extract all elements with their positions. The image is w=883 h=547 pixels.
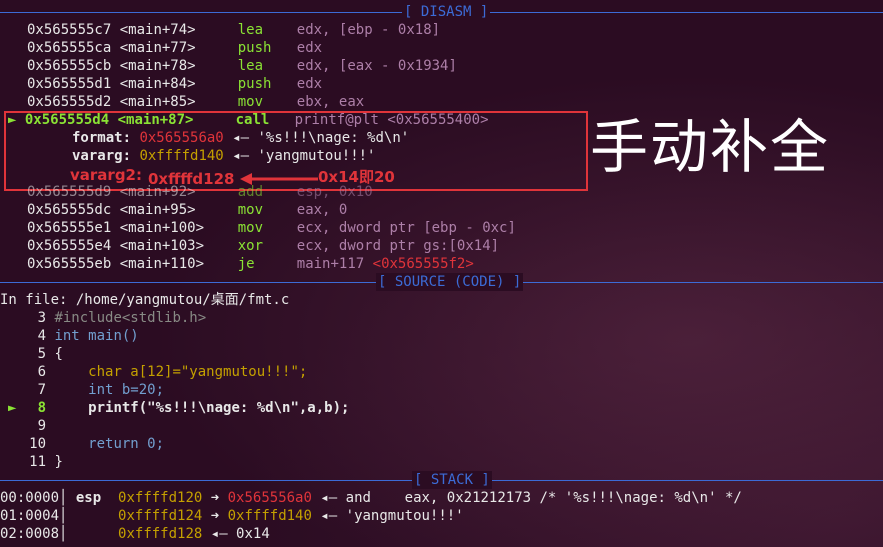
source-line[interactable]: 3 #include<stdlib.h> xyxy=(8,309,207,327)
stack-separator: [ STACK ] xyxy=(0,471,883,489)
disasm-line[interactable]: 0x565555ca <main+77> push edx xyxy=(27,39,322,57)
source-line[interactable]: 11 } xyxy=(8,453,63,471)
source-line-current[interactable]: ► 8 printf("%s!!!\nage: %d\n",a,b); xyxy=(8,399,349,417)
disasm-line[interactable]: 0x565555e4 <main+103> xor ecx, dword ptr… xyxy=(27,237,499,255)
source-line[interactable]: 9 xyxy=(8,417,54,435)
disasm-line[interactable]: 0x565555d2 <main+85> mov ebx, eax xyxy=(27,93,364,111)
source-line[interactable]: 10 return 0; xyxy=(8,435,164,453)
stack-row[interactable]: 02:0008│ 0xffffd128 ◂— 0x14 xyxy=(0,525,270,543)
current-line-arrow-icon: ► xyxy=(8,400,17,416)
disasm-line[interactable]: 0x565555dc <main+95> mov eax, 0 xyxy=(27,201,347,219)
disasm-line[interactable]: 0x565555eb <main+110> je main+117 <0x565… xyxy=(27,255,474,273)
stack-row[interactable]: 00:0000│ esp 0xffffd120 ➜ 0x565556a0 ◂— … xyxy=(0,489,742,507)
disasm-line[interactable]: 0x565555c7 <main+74> lea edx, [ebp - 0x1… xyxy=(27,21,440,39)
disasm-line[interactable]: 0x565555cb <main+78> lea edx, [eax - 0x1… xyxy=(27,57,457,75)
stack-header: [ STACK ] xyxy=(412,471,492,489)
source-file-path: In file: /home/yangmutou/桌面/fmt.c xyxy=(0,292,290,308)
disasm-line[interactable]: 0x565555d9 <main+92> add esp, 0x10 xyxy=(27,183,373,201)
source-line[interactable]: 7 int b=20; xyxy=(8,381,164,399)
disasm-line[interactable]: 0x565555d1 <main+84> push edx xyxy=(27,75,322,93)
disasm-separator: [ DISASM ] xyxy=(0,3,883,21)
source-line[interactable]: 6 char a[12]="yangmutou!!!"; xyxy=(8,363,308,381)
source-line[interactable]: 5 { xyxy=(8,345,63,363)
manual-complete-caption: 手动补全 xyxy=(590,113,831,181)
stack-row[interactable]: 01:0004│ 0xffffd124 ➜ 0xffffd140 ◂— 'yan… xyxy=(0,507,464,525)
source-separator: [ SOURCE (CODE) ] xyxy=(0,273,883,291)
source-line[interactable]: 4 int main() xyxy=(8,327,139,345)
disasm-line[interactable]: 0x565555e1 <main+100> mov ecx, dword ptr… xyxy=(27,219,516,237)
highlight-box xyxy=(4,111,588,191)
disasm-header: [ DISASM ] xyxy=(402,3,491,21)
source-header: [ SOURCE (CODE) ] xyxy=(376,273,524,291)
